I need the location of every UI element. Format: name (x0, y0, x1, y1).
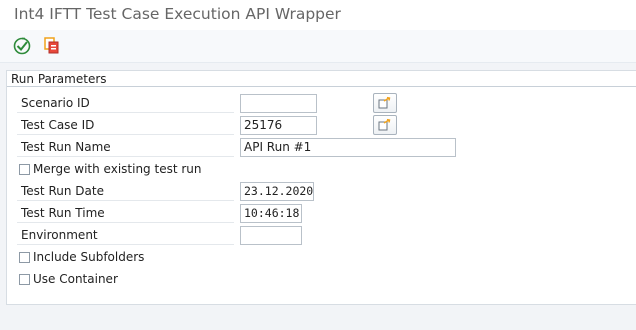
use-container-label: Use Container (33, 272, 118, 286)
test-run-time-field[interactable]: 10:46:18 (240, 204, 302, 223)
variants-icon (44, 37, 59, 54)
value-help-icon (378, 118, 391, 131)
scenario-id-search-button[interactable] (373, 93, 397, 113)
run-parameters-group: Run Parameters Scenario ID Test Case ID … (6, 70, 636, 305)
test-run-name-label: Test Run Name (17, 137, 234, 157)
test-case-id-field[interactable]: 25176 (240, 116, 317, 135)
include-subfolders-label: Include Subfolders (33, 250, 145, 264)
selection-screen: Run Parameters Scenario ID Test Case ID … (0, 63, 636, 330)
test-run-time-label: Test Run Time (17, 203, 234, 223)
include-subfolders-checkbox[interactable] (19, 252, 30, 263)
page-title: Int4 IFTT Test Case Execution API Wrappe… (14, 5, 341, 23)
test-case-id-search-button[interactable] (373, 115, 397, 135)
scenario-id-field[interactable] (240, 94, 317, 113)
value-help-icon (378, 96, 391, 109)
application-toolbar (0, 30, 636, 63)
group-title: Run Parameters (11, 72, 107, 86)
use-container-checkbox[interactable] (19, 274, 30, 285)
environment-label: Environment (17, 225, 234, 245)
test-run-name-field[interactable]: API Run #1 (240, 138, 456, 157)
title-bar: Int4 IFTT Test Case Execution API Wrappe… (0, 0, 636, 30)
get-variant-button[interactable] (41, 35, 63, 57)
group-divider (7, 86, 636, 87)
execute-button[interactable] (11, 35, 33, 57)
execute-icon (13, 37, 31, 55)
merge-existing-label: Merge with existing test run (33, 162, 202, 176)
scenario-id-label: Scenario ID (17, 93, 234, 113)
test-case-id-label: Test Case ID (17, 115, 234, 135)
test-run-date-field[interactable]: 23.12.2020 (240, 182, 314, 201)
test-run-date-label: Test Run Date (17, 181, 234, 201)
merge-existing-checkbox[interactable] (19, 164, 30, 175)
environment-field[interactable] (240, 226, 302, 245)
